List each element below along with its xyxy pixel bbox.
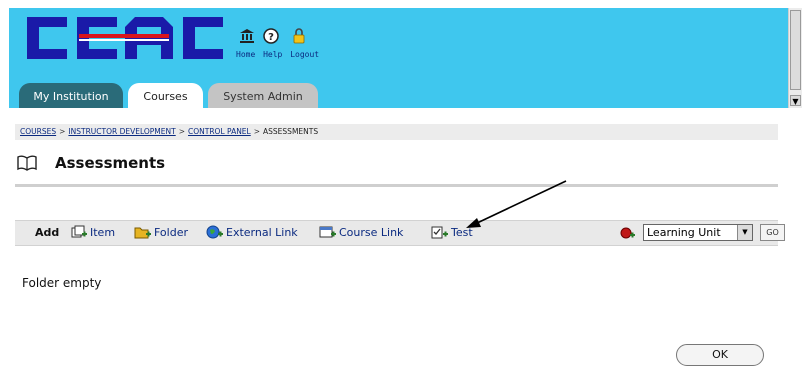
tab-system-admin[interactable]: System Admin (208, 83, 318, 108)
help-link[interactable]: Help (263, 50, 282, 59)
breadcrumb-control-panel[interactable]: CONTROL PANEL (188, 127, 251, 136)
add-test-label: Test (451, 226, 473, 239)
svg-text:?: ? (268, 32, 274, 43)
add-test-button[interactable]: Test (431, 221, 473, 245)
book-icon (17, 155, 37, 171)
ccac-logo (27, 17, 223, 59)
header-links: Home Help Logout (236, 50, 322, 59)
content-type-select-value: Learning Unit (647, 226, 721, 239)
content-type-select[interactable]: Learning Unit ▼ (643, 224, 753, 241)
lock-icon[interactable] (291, 28, 307, 44)
breadcrumb-separator: > (59, 127, 66, 136)
breadcrumb-separator: > (253, 127, 261, 136)
scrollbar-thumb[interactable] (790, 10, 801, 90)
external-link-icon (206, 225, 223, 239)
vertical-scrollbar[interactable]: ▼ (788, 8, 802, 108)
add-folder-label: Folder (154, 226, 188, 239)
breadcrumb-courses[interactable]: COURSES (20, 127, 56, 136)
add-item-button[interactable]: Item (70, 221, 115, 245)
add-folder-icon (134, 227, 151, 239)
add-label: Add (35, 226, 60, 239)
institution-icon[interactable] (239, 28, 255, 44)
logout-link[interactable]: Logout (290, 50, 319, 59)
add-item-label: Item (90, 226, 116, 239)
dropdown-arrow-icon[interactable]: ▼ (737, 225, 752, 240)
add-content-icon (620, 227, 635, 239)
add-toolbar: Add Item Folder External Link Course Lin… (15, 220, 785, 246)
add-course-link-button[interactable]: Course Link (319, 221, 403, 245)
breadcrumb: COURSES > INSTRUCTOR DEVELOPMENT > CONTROL P… (15, 124, 778, 140)
breadcrumb-current: ASSESSMENTS (263, 127, 319, 136)
add-test-icon (431, 226, 448, 239)
add-external-link-button[interactable]: External Link (206, 221, 298, 245)
help-icon[interactable]: ? (263, 28, 279, 44)
tab-courses[interactable]: Courses (128, 83, 203, 108)
add-folder-button[interactable]: Folder (134, 221, 188, 245)
add-item-icon (71, 225, 87, 238)
tab-my-institution[interactable]: My Institution (19, 83, 123, 108)
title-divider (15, 184, 778, 187)
empty-folder-message: Folder empty (22, 276, 102, 290)
go-button[interactable]: GO (760, 224, 785, 241)
scroll-down-arrow-icon[interactable]: ▼ (790, 95, 801, 106)
header-banner: ? Home Help Logout My Institution Course… (9, 8, 788, 108)
external-link-label: External Link (226, 226, 298, 239)
course-link-icon (319, 226, 336, 238)
course-link-label: Course Link (339, 226, 404, 239)
ok-button[interactable]: OK (676, 344, 764, 366)
breadcrumb-instructor-development[interactable]: INSTRUCTOR DEVELOPMENT (68, 127, 175, 136)
page-title: Assessments (55, 154, 166, 172)
home-link[interactable]: Home (236, 50, 255, 59)
breadcrumb-separator: > (178, 127, 186, 136)
